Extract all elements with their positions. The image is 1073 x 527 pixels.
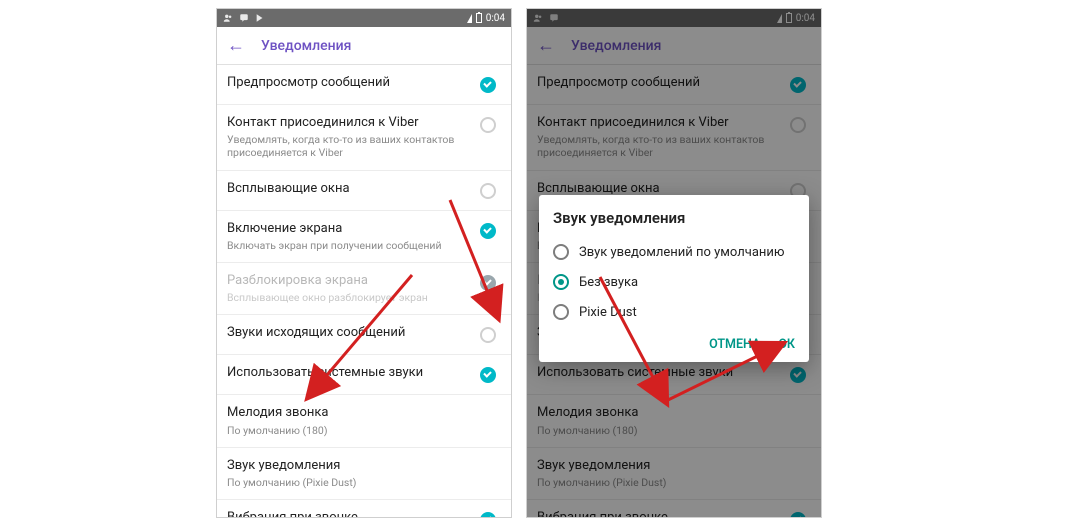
status-time: 0:04: [796, 13, 815, 24]
radio-icon[interactable]: [553, 244, 569, 260]
row-notif-sound[interactable]: Звук уведомления По умолчанию (Pixie Dus…: [527, 448, 821, 500]
dialog-title: Звук уведомления: [553, 209, 795, 227]
sublabel: Всплывающее окно разблокирует экран: [227, 291, 471, 304]
page-title: Уведомления: [571, 38, 661, 54]
checkbox-icon[interactable]: [790, 77, 806, 93]
radio-icon[interactable]: [553, 304, 569, 320]
status-bar: 0:04: [217, 9, 511, 27]
checkbox-icon[interactable]: [790, 117, 806, 133]
label: Использовать системные звуки: [537, 365, 781, 381]
label: Звук уведомления: [537, 458, 799, 474]
sublabel: Включать экран при получении сообщений: [227, 239, 471, 252]
sublabel: Уведомлять, когда кто-то из ваших контак…: [227, 133, 471, 159]
label: Звук уведомления: [227, 458, 489, 474]
option-label: Без звука: [579, 275, 638, 290]
battery-icon: [476, 13, 482, 23]
play-store-icon: [255, 13, 265, 23]
checkbox-icon: [480, 275, 496, 291]
option-label: Звук уведомлений по умолчанию: [579, 245, 785, 260]
row-vibrate[interactable]: Вибрация при звонке: [527, 500, 821, 518]
checkbox-icon[interactable]: [480, 117, 496, 133]
ok-button[interactable]: ОК: [778, 337, 795, 352]
label: Вибрация при звонке: [537, 510, 781, 518]
battery-icon: [786, 13, 792, 23]
option-default[interactable]: Звук уведомлений по умолчанию: [553, 237, 795, 267]
checkbox-icon[interactable]: [480, 183, 496, 199]
app-header: ← Уведомления: [217, 27, 511, 65]
checkbox-icon[interactable]: [480, 223, 496, 239]
option-pixie[interactable]: Pixie Dust: [553, 297, 795, 327]
label: Звуки исходящих сообщений: [227, 325, 471, 341]
sublabel: По умолчанию (Pixie Dust): [227, 476, 489, 489]
label: Предпросмотр сообщений: [537, 75, 781, 91]
sublabel: По умолчанию (180): [537, 424, 799, 437]
people-icon: [533, 13, 543, 23]
row-preview[interactable]: Предпросмотр сообщений: [527, 65, 821, 105]
row-screen-on[interactable]: Включение экрана Включать экран при полу…: [217, 211, 511, 263]
option-label: Pixie Dust: [579, 305, 637, 320]
label: Контакт присоединился к Viber: [227, 115, 471, 131]
row-ringtone[interactable]: Мелодия звонка По умолчанию (180): [527, 395, 821, 447]
row-vibrate[interactable]: Вибрация при звонке: [217, 500, 511, 518]
sound-dialog: Звук уведомления Звук уведомлений по умо…: [539, 195, 809, 362]
viber-status-icon: [549, 13, 559, 23]
settings-list: Предпросмотр сообщений Контакт присоедин…: [217, 65, 511, 518]
label: Контакт присоединился к Viber: [537, 115, 781, 131]
row-preview[interactable]: Предпросмотр сообщений: [217, 65, 511, 105]
row-joined[interactable]: Контакт присоединился к Viber Уведомлять…: [527, 105, 821, 171]
phone-left: 0:04 ← Уведомления Предпросмотр сообщени…: [216, 8, 512, 518]
label: Мелодия звонка: [227, 405, 489, 421]
signal-icon: [467, 14, 472, 23]
row-outgoing[interactable]: Звуки исходящих сообщений: [217, 315, 511, 355]
checkbox-icon[interactable]: [480, 77, 496, 93]
status-time: 0:04: [486, 13, 505, 24]
row-popups[interactable]: Всплывающие окна: [217, 171, 511, 211]
radio-icon[interactable]: [553, 274, 569, 290]
row-system-sounds[interactable]: Использовать системные звуки: [217, 355, 511, 395]
sublabel: По умолчанию (Pixie Dust): [537, 476, 799, 489]
app-header: ← Уведомления: [527, 27, 821, 65]
sublabel: Уведомлять, когда кто-то из ваших контак…: [537, 133, 781, 159]
checkbox-icon[interactable]: [480, 327, 496, 343]
label: Включение экрана: [227, 221, 471, 237]
page-title: Уведомления: [261, 38, 351, 54]
row-ringtone[interactable]: Мелодия звонка По умолчанию (180): [217, 395, 511, 447]
row-notif-sound[interactable]: Звук уведомления По умолчанию (Pixie Dus…: [217, 448, 511, 500]
row-joined[interactable]: Контакт присоединился к Viber Уведомлять…: [217, 105, 511, 171]
back-icon[interactable]: ←: [537, 37, 555, 55]
viber-status-icon: [239, 13, 249, 23]
label: Мелодия звонка: [537, 405, 799, 421]
back-icon[interactable]: ←: [227, 37, 245, 55]
checkbox-icon[interactable]: [480, 512, 496, 518]
label: Всплывающие окна: [227, 181, 471, 197]
label: Предпросмотр сообщений: [227, 75, 471, 91]
checkbox-icon[interactable]: [790, 367, 806, 383]
status-bar: 0:04: [527, 9, 821, 27]
signal-icon: [777, 14, 782, 23]
checkbox-icon[interactable]: [790, 512, 806, 518]
label: Использовать системные звуки: [227, 365, 471, 381]
option-silent[interactable]: Без звука: [553, 267, 795, 297]
cancel-button[interactable]: ОТМЕНА: [709, 337, 760, 352]
label: Разблокировка экрана: [227, 273, 471, 289]
phone-right: 0:04 ← Уведомления Предпросмотр сообщени…: [526, 8, 822, 518]
row-unlock: Разблокировка экрана Всплывающее окно ра…: [217, 263, 511, 315]
sublabel: По умолчанию (180): [227, 424, 489, 437]
checkbox-icon[interactable]: [480, 367, 496, 383]
people-icon: [223, 13, 233, 23]
label: Вибрация при звонке: [227, 510, 471, 518]
